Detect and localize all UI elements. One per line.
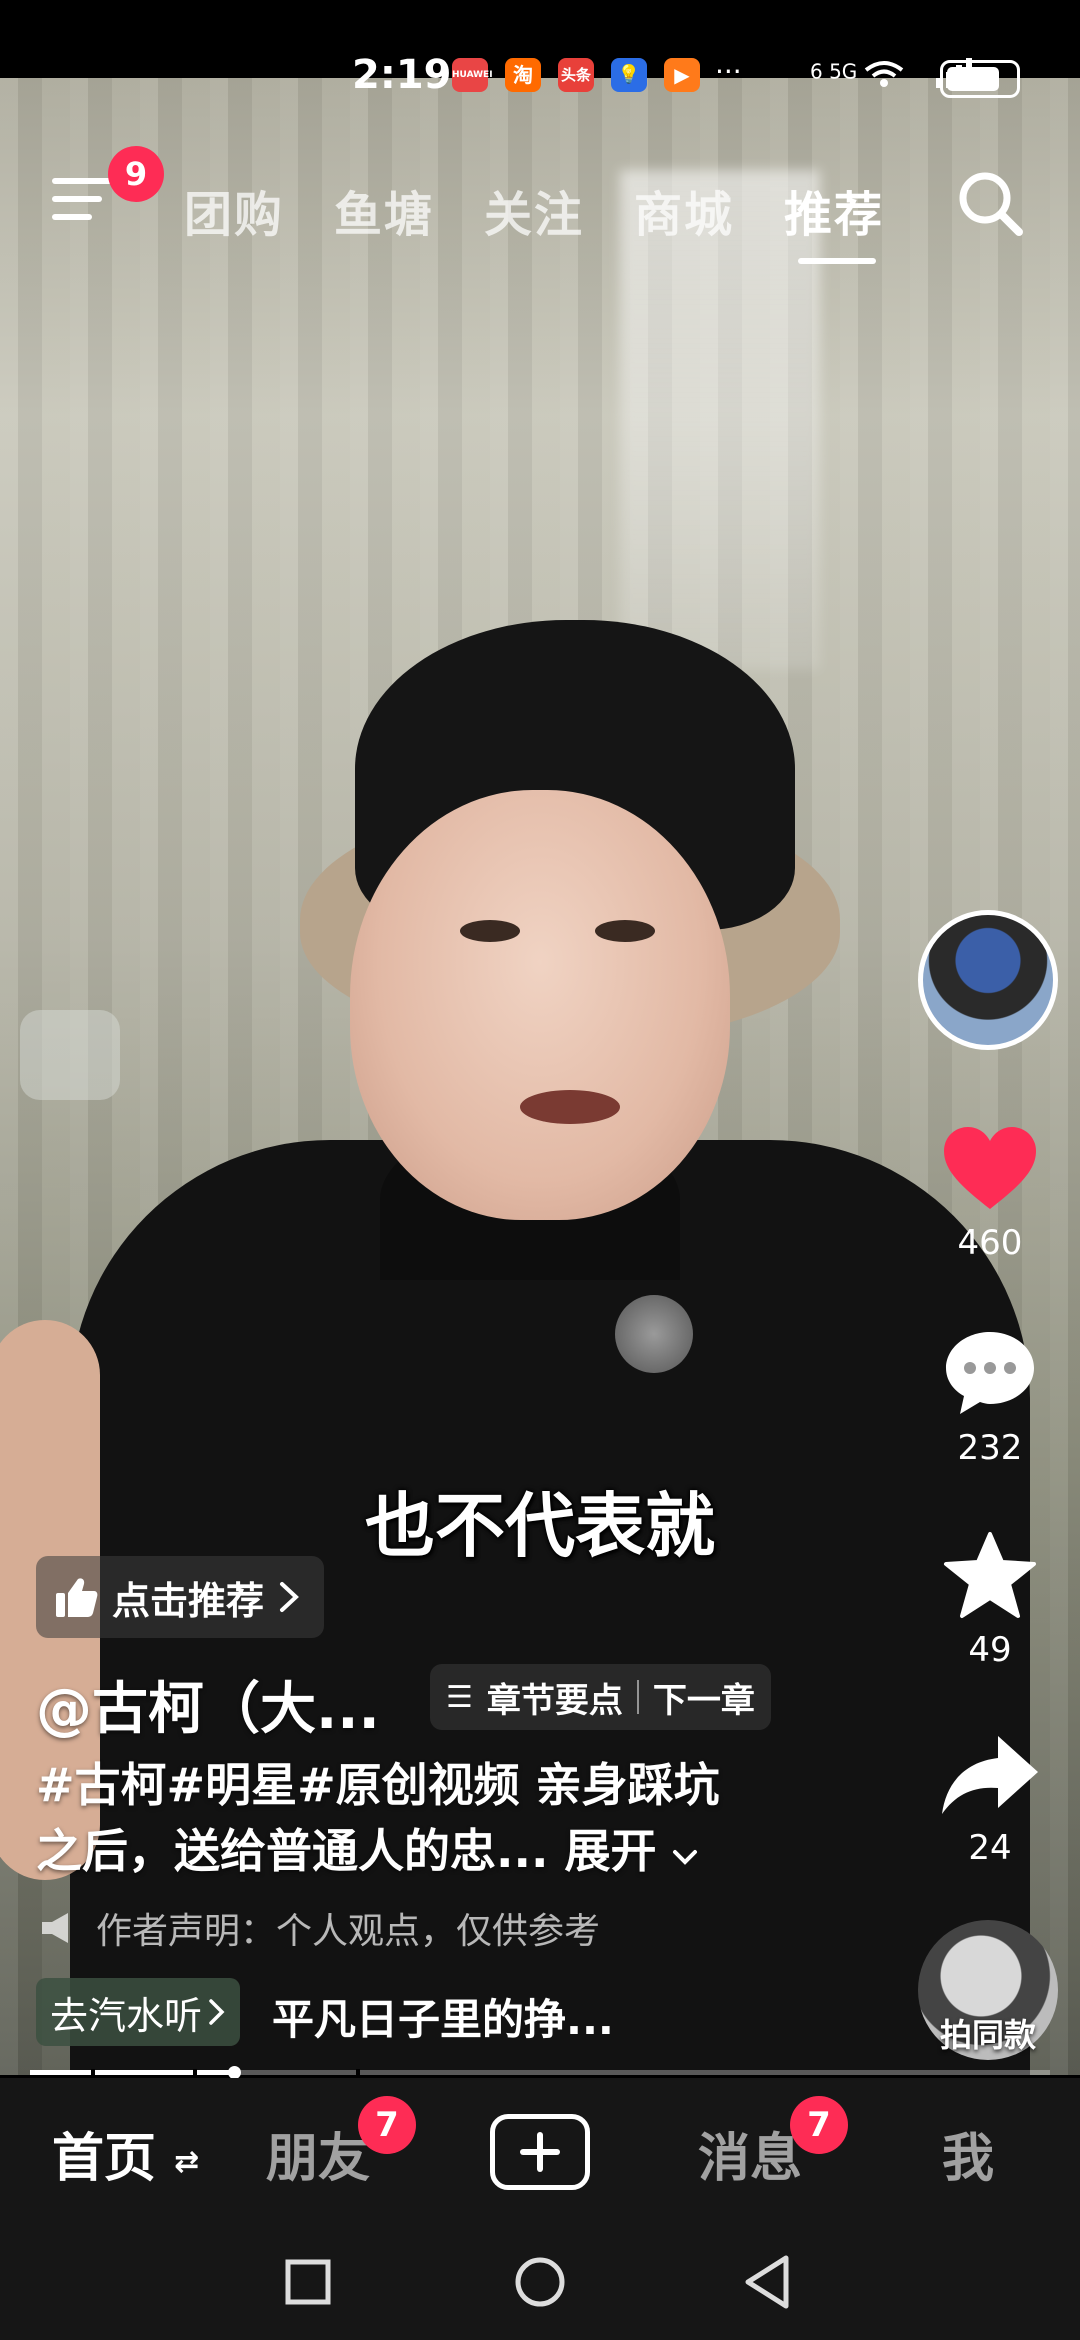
nav-me[interactable]: 我 <box>942 2116 994 2191</box>
share-count: 24 <box>968 1828 1012 1868</box>
person-mouth <box>520 1090 620 1124</box>
chapter-mark <box>193 2069 198 2076</box>
share-button[interactable]: 24 <box>935 1732 1045 1868</box>
more-notifications-icon: ··· <box>715 55 742 88</box>
chapter-points-label[interactable]: 章节要点 <box>487 1673 623 1722</box>
remix-label[interactable]: 拍同款 <box>918 2010 1058 2056</box>
video-caption[interactable]: #古柯#明星#原创视频 亲身踩坑 之后，送给普通人的忠... 展开 <box>36 1752 796 1884</box>
network-text: 6 5G <box>810 59 858 84</box>
author-name[interactable]: @古柯（大... <box>36 1664 380 1745</box>
battery-icon <box>940 60 1020 98</box>
expand-link[interactable]: 展开 <box>564 1824 698 1878</box>
chapter-mark <box>356 2069 361 2076</box>
author-avatar[interactable] <box>918 910 1058 1050</box>
heart-icon <box>944 1127 1036 1209</box>
friends-badge: 7 <box>358 2096 416 2154</box>
person-face <box>350 790 730 1220</box>
comment-bubble-icon <box>946 1332 1034 1414</box>
like-button[interactable]: 460 <box>935 1125 1045 1263</box>
comment-count: 232 <box>957 1428 1023 1468</box>
tab-mall[interactable]: 商城 <box>634 175 734 245</box>
nav-home-label: 首页 <box>52 2129 157 2189</box>
menu-badge: 9 <box>108 146 164 202</box>
chevron-right-icon <box>209 1999 225 2025</box>
nav-messages[interactable]: 消息 <box>698 2116 802 2191</box>
home-circle-icon[interactable] <box>514 2256 566 2308</box>
menu-line <box>52 214 92 220</box>
chevron-right-icon <box>280 1582 299 1612</box>
favorite-button[interactable]: 49 <box>935 1530 1045 1670</box>
music-tag-label: 去汽水听 <box>50 1993 203 2038</box>
active-tab-underline <box>798 258 876 264</box>
curtain-tie <box>20 1010 120 1100</box>
create-post-button[interactable] <box>490 2114 590 2190</box>
next-chapter-label[interactable]: 下一章 <box>653 1673 755 1722</box>
recent-apps-icon[interactable] <box>284 2258 332 2306</box>
music-title[interactable]: 平凡日子里的挣... <box>272 1986 614 2047</box>
tab-fish-pond[interactable]: 鱼塘 <box>334 175 434 245</box>
chapter-chip[interactable]: ☰ 章节要点 下一章 <box>430 1664 771 1730</box>
comment-button[interactable]: 232 <box>935 1328 1045 1468</box>
like-count: 460 <box>957 1223 1023 1263</box>
battery-level <box>947 67 999 91</box>
star-icon <box>944 1532 1036 1618</box>
plus-icon <box>520 2132 560 2172</box>
chapter-list-icon: ☰ <box>446 1679 473 1715</box>
progress-fill <box>30 2070 234 2075</box>
nav-home[interactable]: 首页 ⇄ <box>52 2116 199 2191</box>
megaphone-icon <box>42 1913 68 1943</box>
tab-group-buy[interactable]: 团购 <box>184 175 284 245</box>
recommend-button[interactable]: 点击推荐 <box>36 1556 325 1638</box>
huawei-app-icon: HUAWEI <box>452 58 493 92</box>
expand-label: 展开 <box>564 1824 657 1878</box>
disclaimer-text: 作者声明：个人观点，仅供参考 <box>96 1911 601 1952</box>
bottom-nav: 首页 ⇄ 朋友 7 消息 7 我 <box>0 2078 1080 2218</box>
author-disclaimer: 作者声明：个人观点，仅供参考 <box>40 1902 600 1954</box>
menu-button[interactable] <box>52 172 112 224</box>
toutiao-app-icon: 头条 <box>558 58 594 92</box>
chapter-mark <box>91 2069 96 2076</box>
nav-friends[interactable]: 朋友 <box>266 2116 370 2191</box>
thumbs-up-icon <box>56 1578 98 1617</box>
listen-on-qishui-button[interactable]: 去汽水听 <box>36 1978 241 2046</box>
play-app-icon: ▶ <box>664 58 700 92</box>
menu-line <box>52 196 102 202</box>
messages-badge: 7 <box>790 2096 848 2154</box>
chapter-divider <box>636 1680 639 1714</box>
lapel-mic <box>615 1295 693 1373</box>
system-nav-bar <box>0 2218 1080 2340</box>
person-eye-right <box>595 920 655 942</box>
status-bar: 2:19 HUAWEI 淘 头条 💡 ▶ ··· 6 5G <box>0 0 1080 98</box>
caption-line-1: #古柯#明星#原创视频 亲身踩坑 <box>36 1758 720 1812</box>
caption-line-2: 之后，送给普通人的忠... <box>36 1824 549 1878</box>
switch-icon: ⇄ <box>174 2144 200 2180</box>
share-arrow-icon <box>942 1736 1038 1814</box>
chevron-down-icon <box>673 1850 698 1865</box>
bulb-app-icon: 💡 <box>611 58 647 92</box>
back-triangle-icon[interactable] <box>742 2254 792 2310</box>
tab-recommend[interactable]: 推荐 <box>784 175 884 245</box>
menu-line <box>52 178 112 184</box>
tab-following[interactable]: 关注 <box>484 175 584 245</box>
window-light <box>620 170 820 670</box>
recommend-label: 点击推荐 <box>112 1578 265 1623</box>
search-icon[interactable] <box>955 168 1025 238</box>
favorite-count: 49 <box>968 1630 1012 1670</box>
person-eye-left <box>460 920 520 942</box>
taobao-app-icon: 淘 <box>505 58 541 92</box>
status-time: 2:19 <box>352 52 452 98</box>
